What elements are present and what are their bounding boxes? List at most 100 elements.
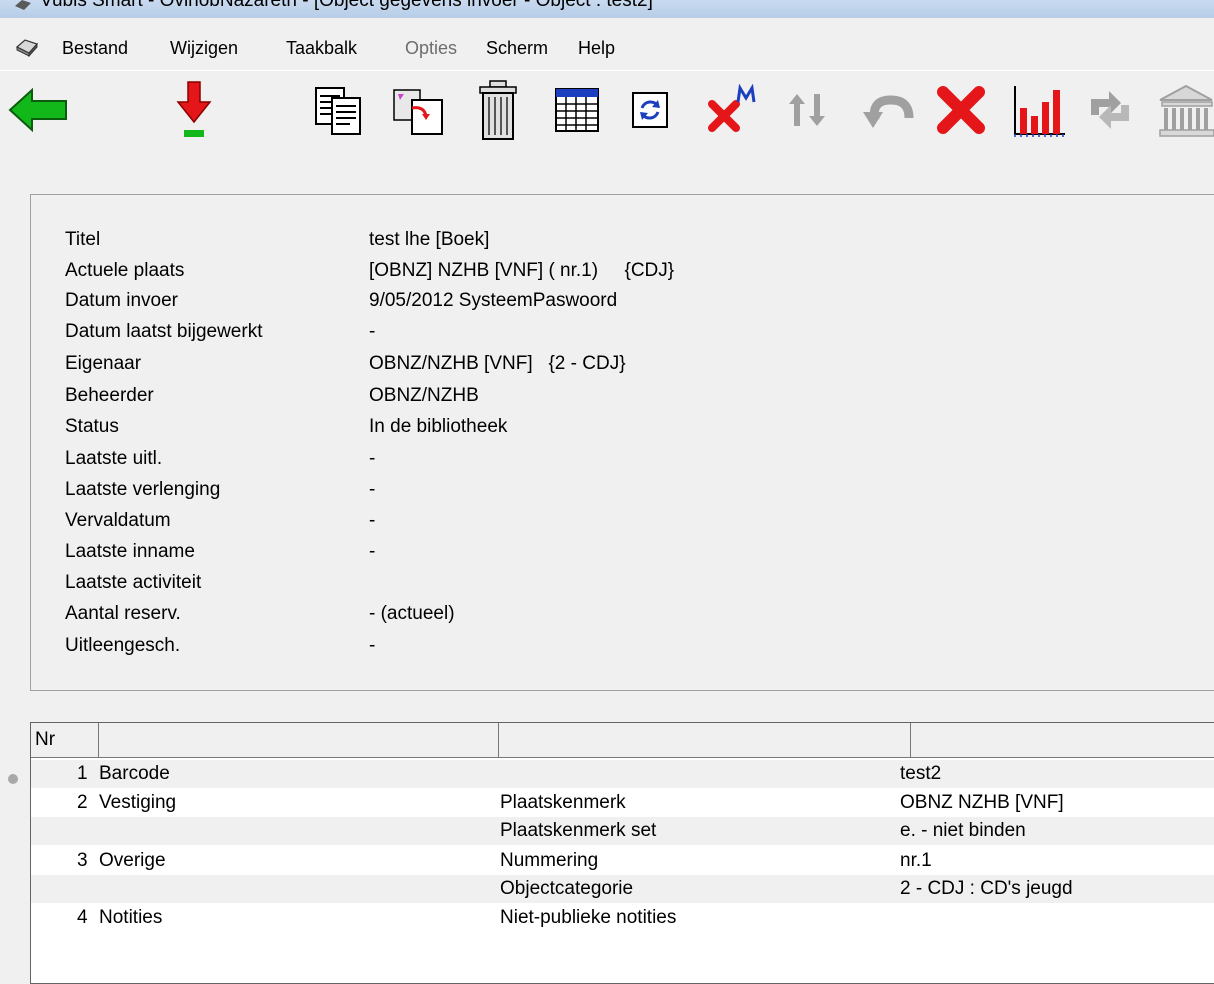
recycle-icon	[1091, 91, 1129, 129]
app-logo-icon	[15, 0, 31, 10]
delete-trash-button[interactable]	[476, 75, 520, 145]
cell-group: Vestiging	[99, 792, 177, 813]
cell-value: nr.1	[900, 850, 932, 871]
statistics-button[interactable]	[1010, 75, 1068, 145]
field-label-datum-invoer: Datum invoer	[65, 290, 178, 311]
field-label-uitleengesch: Uitleengesch.	[65, 635, 181, 656]
cell-nr: 1	[77, 763, 88, 784]
cell-value: 2 - CDJ : CD's jeugd	[900, 878, 1073, 899]
cell-group: Notities	[99, 907, 163, 928]
window-title-bar: Vubis Smart - OvlnobNazareth - [Object g…	[0, 0, 1214, 18]
undo-button[interactable]	[860, 75, 918, 145]
back-arrow-icon	[8, 88, 67, 132]
field-label-laatste-inname: Laatste inname	[65, 541, 195, 562]
field-label-vervaldatum: Vervaldatum	[65, 510, 171, 531]
current-row-indicator	[8, 774, 18, 784]
menu-taakbalk[interactable]: Taakbalk	[286, 38, 357, 59]
cell-value: e. - niet binden	[900, 820, 1026, 841]
copy-button[interactable]	[312, 75, 364, 145]
paste-button[interactable]	[390, 75, 446, 145]
grid-row-selector-strip	[0, 722, 9, 982]
column-header-nr[interactable]: Nr	[31, 723, 99, 757]
field-label-eigenaar: Eigenaar	[65, 353, 142, 374]
field-label-laatste-activiteit: Laatste activiteit	[65, 572, 202, 593]
field-label-beheerder: Beheerder	[65, 385, 154, 406]
column-header-field[interactable]	[499, 723, 911, 757]
delete-marked-button[interactable]	[706, 75, 766, 145]
cell-field: Nummering	[500, 850, 599, 871]
table-grid-icon	[555, 88, 599, 132]
field-value-laatste-verlenging: -	[369, 479, 376, 500]
delete-icon	[937, 86, 985, 134]
table-row[interactable]: 3 Overige Nummering nr.1	[31, 847, 1214, 875]
field-value-titel: test lhe [Boek]	[369, 229, 490, 250]
field-value-actuele-plaats: [OBNZ] NZHB [VNF] ( nr.1) {CDJ}	[369, 260, 675, 281]
cell-field: Objectcategorie	[500, 878, 634, 899]
copy-document-icon	[315, 87, 361, 135]
cell-field: Plaatskenmerk	[500, 792, 626, 813]
cell-field: Niet-publieke notities	[500, 907, 677, 928]
table-row[interactable]: Plaatskenmerk set e. - niet binden	[31, 817, 1214, 845]
trash-icon	[479, 80, 517, 140]
back-button[interactable]	[8, 75, 68, 145]
refresh-button[interactable]	[628, 75, 672, 145]
cell-value: OBNZ NZHB [VNF]	[900, 792, 1064, 813]
cell-group: Overige	[99, 850, 166, 871]
grid-header: Nr	[31, 723, 1214, 758]
object-info-panel: Titel test lhe [Boek] Actuele plaats [OB…	[30, 194, 1214, 691]
table-row[interactable]: 1 Barcode test2	[31, 760, 1214, 788]
cell-group: Barcode	[99, 763, 170, 784]
transfer-button[interactable]	[782, 75, 832, 145]
menu-opties[interactable]: Opties	[405, 38, 457, 59]
download-button[interactable]	[172, 75, 216, 145]
library-building-icon	[1159, 84, 1214, 137]
field-label-laatste-verlenging: Laatste verlenging	[65, 479, 221, 500]
transfer-icon	[789, 94, 825, 126]
field-value-eigenaar: OBNZ/NZHB [VNF] {2 - CDJ}	[369, 353, 626, 374]
toolbar	[0, 71, 1214, 153]
field-value-datum-invoer: 9/05/2012 SysteemPaswoord	[369, 290, 618, 311]
field-value-uitleengesch: -	[369, 635, 376, 656]
menu-bar: Bestand Wijzigen Taakbalk Opties Scherm …	[0, 18, 1214, 71]
delete-marked-icon	[708, 83, 756, 132]
window-title: Vubis Smart - OvlnobNazareth - [Object g…	[40, 0, 653, 11]
field-value-laatste-uitl: -	[369, 448, 376, 469]
cell-nr: 3	[77, 850, 88, 871]
paste-document-icon	[393, 89, 443, 135]
object-data-grid[interactable]: Nr 1 Barcode test2 2 Vestiging Plaatsken…	[30, 722, 1214, 984]
field-value-vervaldatum: -	[369, 510, 376, 531]
app-menu-icon[interactable]	[15, 37, 39, 57]
column-header-group[interactable]	[99, 723, 499, 757]
download-arrow-icon	[176, 81, 212, 137]
menu-help[interactable]: Help	[578, 38, 615, 59]
cell-value: test2	[900, 763, 942, 784]
field-value-datum-laatst-bijgewerkt: -	[369, 321, 376, 342]
refresh-icon	[632, 92, 668, 128]
cell-nr: 2	[77, 792, 88, 813]
field-label-laatste-uitl: Laatste uitl.	[65, 448, 163, 469]
cell-nr: 4	[77, 907, 88, 928]
field-value-laatste-inname: -	[369, 541, 376, 562]
table-row[interactable]: 4 Notities Niet-publieke notities	[31, 904, 1214, 932]
menu-bestand[interactable]: Bestand	[62, 38, 128, 59]
field-label-aantal-reserv: Aantal reserv.	[65, 603, 181, 624]
library-button[interactable]	[1152, 75, 1214, 145]
menu-scherm[interactable]: Scherm	[486, 38, 548, 59]
recycle-button[interactable]	[1084, 75, 1136, 145]
table-row[interactable]: 2 Vestiging Plaatskenmerk OBNZ NZHB [VNF…	[31, 789, 1214, 817]
cell-field: Plaatskenmerk set	[500, 820, 657, 841]
field-label-datum-laatst-bijgewerkt: Datum laatst bijgewerkt	[65, 321, 263, 342]
delete-button[interactable]	[932, 75, 990, 145]
menu-wijzigen[interactable]: Wijzigen	[170, 38, 238, 59]
field-label-actuele-plaats: Actuele plaats	[65, 260, 185, 281]
field-value-beheerder: OBNZ/NZHB	[369, 385, 479, 406]
statistics-chart-icon	[1014, 86, 1065, 137]
field-value-aantal-reserv: - (actueel)	[369, 603, 455, 624]
undo-icon	[863, 95, 914, 128]
field-label-status: Status	[65, 416, 119, 437]
table-view-button[interactable]	[552, 75, 602, 145]
field-label-titel: Titel	[65, 229, 101, 250]
field-value-status: In de bibliotheek	[369, 416, 508, 437]
table-row[interactable]: Objectcategorie 2 - CDJ : CD's jeugd	[31, 875, 1214, 903]
column-header-value[interactable]	[911, 723, 1214, 757]
